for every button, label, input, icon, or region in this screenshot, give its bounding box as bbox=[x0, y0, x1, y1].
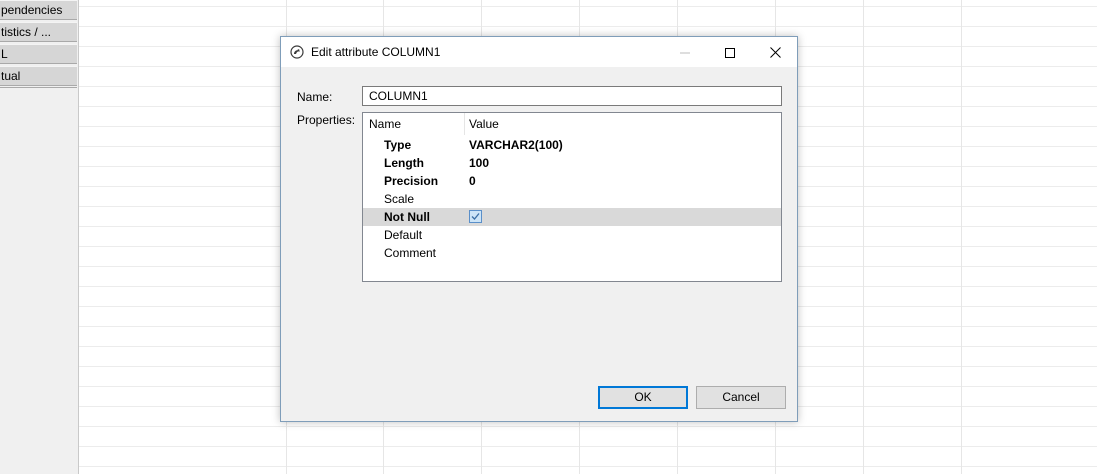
property-name: Not Null bbox=[384, 210, 430, 224]
checkmark-icon bbox=[471, 213, 480, 220]
left-tab-dependencies[interactable]: pendencies bbox=[0, 0, 77, 20]
close-icon bbox=[769, 47, 781, 59]
left-tab-statistics[interactable]: tistics / ... bbox=[0, 22, 77, 42]
table-row[interactable]: Default bbox=[363, 226, 781, 244]
minimize-icon bbox=[680, 52, 690, 54]
left-panel: pendencies tistics / ... L tual bbox=[0, 0, 79, 474]
left-tab-virtual[interactable]: tual bbox=[0, 66, 77, 86]
name-label: Name: bbox=[297, 90, 333, 104]
maximize-icon bbox=[725, 47, 735, 58]
property-value[interactable]: 0 bbox=[469, 172, 476, 190]
app-icon bbox=[290, 45, 304, 59]
property-name: Comment bbox=[384, 246, 437, 260]
edit-attribute-dialog: Edit attribute COLUMN1 Name: COLUMN1 Pro… bbox=[280, 36, 798, 422]
column-divider[interactable] bbox=[464, 113, 465, 135]
table-row-selected[interactable]: Not Null bbox=[363, 208, 781, 226]
table-row[interactable]: Precision 0 bbox=[363, 172, 781, 190]
properties-table[interactable]: Name Value Type VARCHAR2(100) Length 100… bbox=[362, 112, 782, 282]
left-tab-label: pendencies bbox=[1, 3, 63, 17]
grid-line bbox=[863, 0, 864, 474]
table-row[interactable]: Comment bbox=[363, 244, 781, 262]
property-value[interactable]: 100 bbox=[469, 154, 489, 172]
table-row[interactable]: Length 100 bbox=[363, 154, 781, 172]
left-tab-label: L bbox=[1, 47, 8, 61]
left-tab-ddl[interactable]: L bbox=[0, 44, 77, 64]
dialog-titlebar[interactable]: Edit attribute COLUMN1 bbox=[281, 37, 797, 67]
divider bbox=[0, 87, 77, 88]
column-header-name[interactable]: Name bbox=[369, 113, 401, 135]
property-name: Type bbox=[384, 138, 412, 152]
table-row[interactable]: Scale bbox=[363, 190, 781, 208]
not-null-checkbox[interactable] bbox=[469, 210, 482, 223]
grid-line bbox=[961, 0, 962, 474]
close-button[interactable] bbox=[752, 37, 798, 67]
properties-label: Properties: bbox=[297, 113, 356, 127]
left-tab-label: tual bbox=[1, 69, 21, 83]
property-name: Default bbox=[384, 228, 423, 242]
maximize-button[interactable] bbox=[707, 37, 753, 67]
column-header-value[interactable]: Value bbox=[469, 113, 499, 135]
name-input[interactable]: COLUMN1 bbox=[362, 86, 782, 106]
minimize-button[interactable] bbox=[662, 37, 708, 67]
left-tab-label: tistics / ... bbox=[1, 25, 52, 39]
property-name: Length bbox=[384, 156, 424, 170]
property-name: Precision bbox=[384, 174, 439, 188]
property-value[interactable]: VARCHAR2(100) bbox=[469, 136, 563, 154]
dialog-title: Edit attribute COLUMN1 bbox=[311, 45, 441, 59]
cancel-button[interactable]: Cancel bbox=[696, 386, 786, 409]
table-row[interactable]: Type VARCHAR2(100) bbox=[363, 136, 781, 154]
ok-button[interactable]: OK bbox=[598, 386, 688, 409]
property-name: Scale bbox=[384, 192, 415, 206]
